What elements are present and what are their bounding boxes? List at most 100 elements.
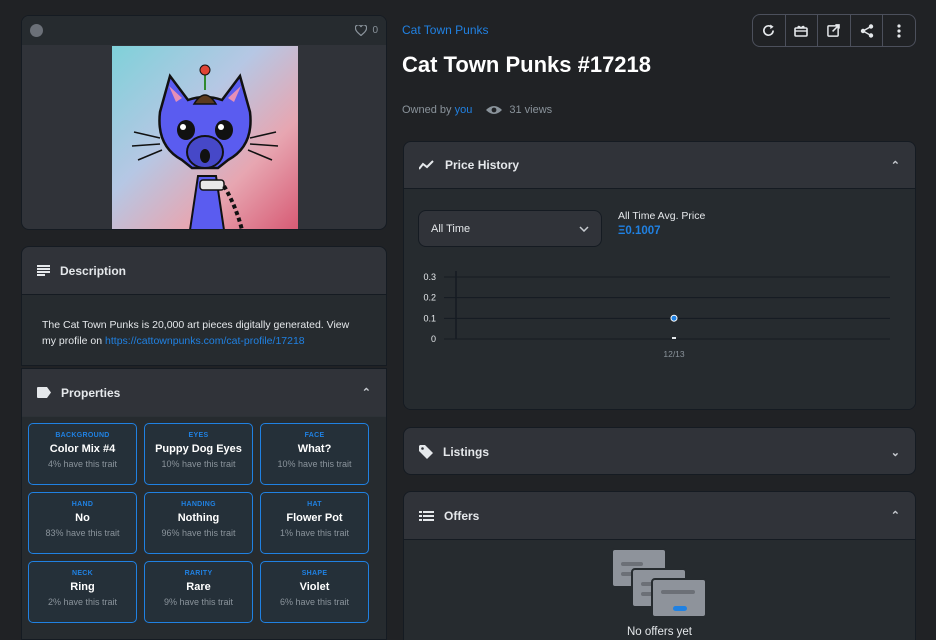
properties-title: Properties xyxy=(61,385,121,400)
owned-by-text: Owned by you xyxy=(402,104,472,116)
listings-title: Listings xyxy=(443,445,490,459)
trait-value: Flower Pot xyxy=(286,512,343,524)
profile-link[interactable]: https://cattownpunks.com/cat-profile/172… xyxy=(105,335,305,347)
trait-rarity: 83% have this trait xyxy=(45,528,120,538)
chevron-up-icon[interactable]: ⌃ xyxy=(891,159,900,172)
trait-rarity: 4% have this trait xyxy=(47,459,118,469)
trait-type: FACE xyxy=(304,432,325,439)
trait-rarity: 10% have this trait xyxy=(277,459,352,469)
no-offers-text: No offers yet xyxy=(627,626,692,638)
image-card-header: 0 xyxy=(22,16,386,45)
favorite-count: 0 xyxy=(372,25,378,36)
trait-value: Violet xyxy=(299,581,330,593)
transfer-button[interactable] xyxy=(786,15,819,46)
owner-link[interactable]: you xyxy=(455,104,473,116)
trait-type: HANDING xyxy=(181,501,216,508)
properties-header[interactable]: Properties ⌃ xyxy=(22,369,386,417)
offers-title: Offers xyxy=(444,508,480,523)
trait-card[interactable]: NECK Ring 2% have this trait xyxy=(28,561,137,623)
item-title: Cat Town Punks #17218 xyxy=(402,52,652,77)
trait-card[interactable]: FACE What? 10% have this trait xyxy=(260,423,369,485)
trait-value: Nothing xyxy=(177,512,220,524)
trait-type: EYES xyxy=(188,432,209,439)
chevron-down-icon xyxy=(579,225,589,232)
offers-header[interactable]: Offers ⌃ xyxy=(404,492,915,540)
trait-card[interactable]: HAND No 83% have this trait xyxy=(28,492,137,554)
owner-info: Owned by you 31 views xyxy=(402,104,552,116)
favorite-button[interactable]: 0 xyxy=(355,25,378,36)
price-history-title: Price History xyxy=(445,158,520,172)
refresh-icon xyxy=(763,24,775,36)
description-section: Description The Cat Town Punks is 20,000… xyxy=(21,246,387,366)
external-link-icon xyxy=(827,24,841,37)
open-external-button[interactable] xyxy=(818,15,851,46)
time-range-select[interactable]: All Time xyxy=(418,210,602,247)
trait-card[interactable]: BACKGROUND Color Mix #4 4% have this trait xyxy=(28,423,137,485)
volume-bar xyxy=(672,337,676,339)
ethereum-icon xyxy=(30,24,43,37)
price-history-header[interactable]: Price History ⌃ xyxy=(404,142,915,189)
price-history-section: Price History ⌃ All Time All Time Avg. P… xyxy=(403,141,916,410)
nft-image-card: 0 xyxy=(21,15,387,230)
more-options-button[interactable] xyxy=(883,15,915,46)
trait-type: HAND xyxy=(71,501,94,508)
eye-icon xyxy=(486,106,503,114)
share-button[interactable] xyxy=(851,15,884,46)
trait-value: Rare xyxy=(186,581,211,593)
trait-value: Puppy Dog Eyes xyxy=(155,443,242,455)
y-tick-label: 0.3 xyxy=(423,272,436,282)
offer-card-illustration xyxy=(651,578,707,618)
trait-value: Color Mix #4 xyxy=(49,443,116,455)
heart-icon xyxy=(355,25,368,36)
refresh-button[interactable] xyxy=(753,15,786,46)
trait-value: Ring xyxy=(70,581,95,593)
trait-rarity: 9% have this trait xyxy=(163,597,234,607)
list-icon xyxy=(419,510,434,521)
price-history-chart: 0.3 0.2 0.1 0 12/13 xyxy=(423,271,890,359)
price-history-body: All Time All Time Avg. Price Ξ0.1007 0.3… xyxy=(404,189,915,409)
trait-card[interactable]: EYES Puppy Dog Eyes 10% have this trait xyxy=(144,423,253,485)
trait-value: No xyxy=(75,512,90,524)
average-price: All Time Avg. Price Ξ0.1007 xyxy=(618,210,705,237)
listings-header[interactable]: Listings ⌄ xyxy=(404,428,915,474)
trait-type: SHAPE xyxy=(301,570,328,577)
cat-artwork-image xyxy=(131,64,279,229)
avg-price-value: Ξ0.1007 xyxy=(618,225,661,237)
trait-card[interactable]: HANDING Nothing 96% have this trait xyxy=(144,492,253,554)
tag-icon xyxy=(419,445,433,459)
trait-type: RARITY xyxy=(184,570,213,577)
share-icon xyxy=(860,23,873,38)
trait-type: NECK xyxy=(71,570,94,577)
trait-rarity: 2% have this trait xyxy=(47,597,118,607)
views-text: 31 views xyxy=(509,104,553,116)
y-tick-label: 0.1 xyxy=(423,313,436,323)
collection-link[interactable]: Cat Town Punks xyxy=(402,23,489,37)
trait-card[interactable]: SHAPE Violet 6% have this trait xyxy=(260,561,369,623)
trait-card[interactable]: RARITY Rare 9% have this trait xyxy=(144,561,253,623)
trait-type: BACKGROUND xyxy=(55,432,110,439)
trait-rarity: 1% have this trait xyxy=(279,528,350,538)
more-icon xyxy=(897,23,901,38)
offers-body: No offers yet xyxy=(404,540,915,640)
chevron-down-icon[interactable]: ⌄ xyxy=(891,446,900,459)
price-point[interactable] xyxy=(670,314,678,322)
gift-icon xyxy=(794,25,809,37)
description-title: Description xyxy=(60,263,127,278)
properties-section: Properties ⌃ BACKGROUND Color Mix #4 4% ha… xyxy=(21,368,387,640)
trait-rarity: 6% have this trait xyxy=(279,597,350,607)
trait-rarity: 96% have this trait xyxy=(161,528,236,538)
chevron-up-icon[interactable]: ⌃ xyxy=(891,509,900,522)
views-count: 31 views xyxy=(486,104,552,116)
description-icon xyxy=(37,265,50,276)
chevron-up-icon[interactable]: ⌃ xyxy=(362,386,371,399)
trait-rarity: 10% have this trait xyxy=(161,459,236,469)
trait-card[interactable]: HAT Flower Pot 1% have this trait xyxy=(260,492,369,554)
trait-value: What? xyxy=(297,443,332,455)
nft-artwork[interactable] xyxy=(112,46,298,229)
trait-type: HAT xyxy=(307,501,322,508)
trend-icon xyxy=(419,160,434,170)
description-body: The Cat Town Punks is 20,000 art pieces … xyxy=(22,295,386,365)
y-tick-label: 0.2 xyxy=(423,293,436,303)
action-buttons xyxy=(752,14,916,47)
description-header[interactable]: Description xyxy=(22,247,386,295)
